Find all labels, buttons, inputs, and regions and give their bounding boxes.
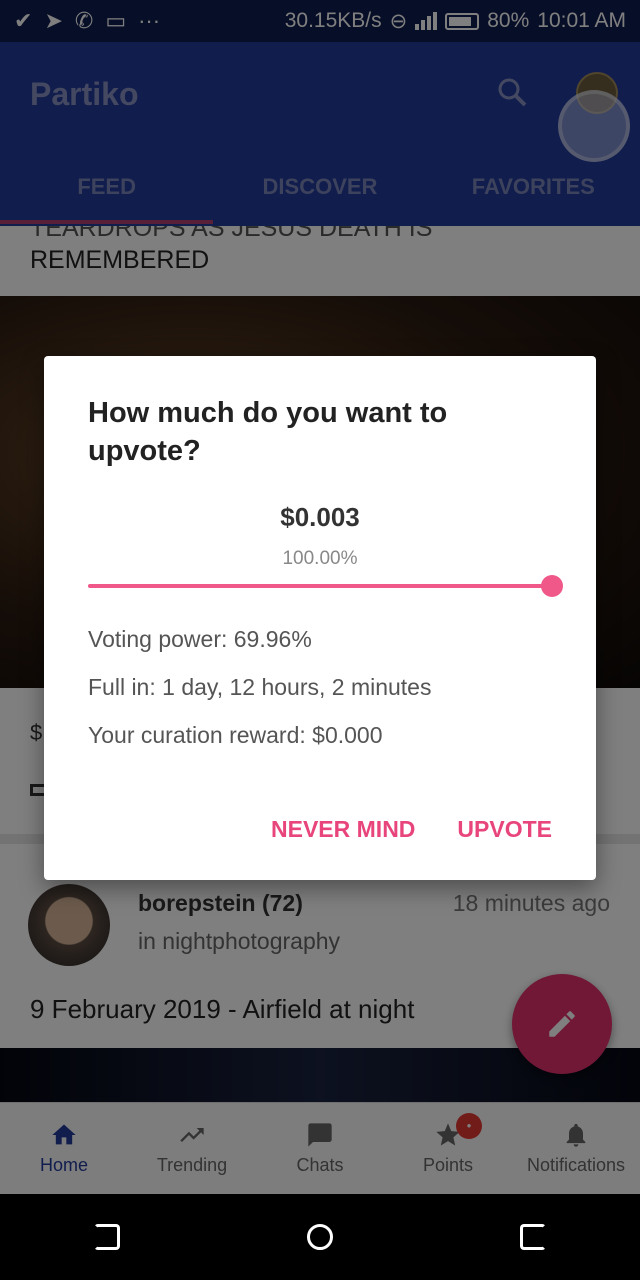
upvote-button[interactable]: UPVOTE: [457, 816, 552, 843]
recents-button[interactable]: [520, 1224, 547, 1250]
upvote-percent: 100.00%: [282, 548, 358, 569]
never-mind-button[interactable]: NEVER MIND: [271, 816, 415, 843]
slider-thumb[interactable]: [541, 575, 563, 597]
back-button[interactable]: [93, 1224, 120, 1250]
system-navigation: [0, 1194, 640, 1280]
upvote-slider[interactable]: [88, 584, 552, 588]
dialog-title: How much do you want to upvote?: [88, 397, 448, 467]
full-in: Full in: 1 day, 12 hours, 2 minutes: [88, 674, 432, 700]
dialog-actions: NEVER MIND UPVOTE: [271, 816, 552, 843]
upvote-amount: $0.003: [280, 502, 360, 532]
curation-reward: Your curation reward: $0.000: [88, 722, 383, 748]
upvote-dialog: How much do you want to upvote? $0.003 1…: [44, 356, 596, 880]
home-button[interactable]: [306, 1224, 333, 1250]
voting-power: Voting power: 69.96%: [88, 626, 312, 652]
